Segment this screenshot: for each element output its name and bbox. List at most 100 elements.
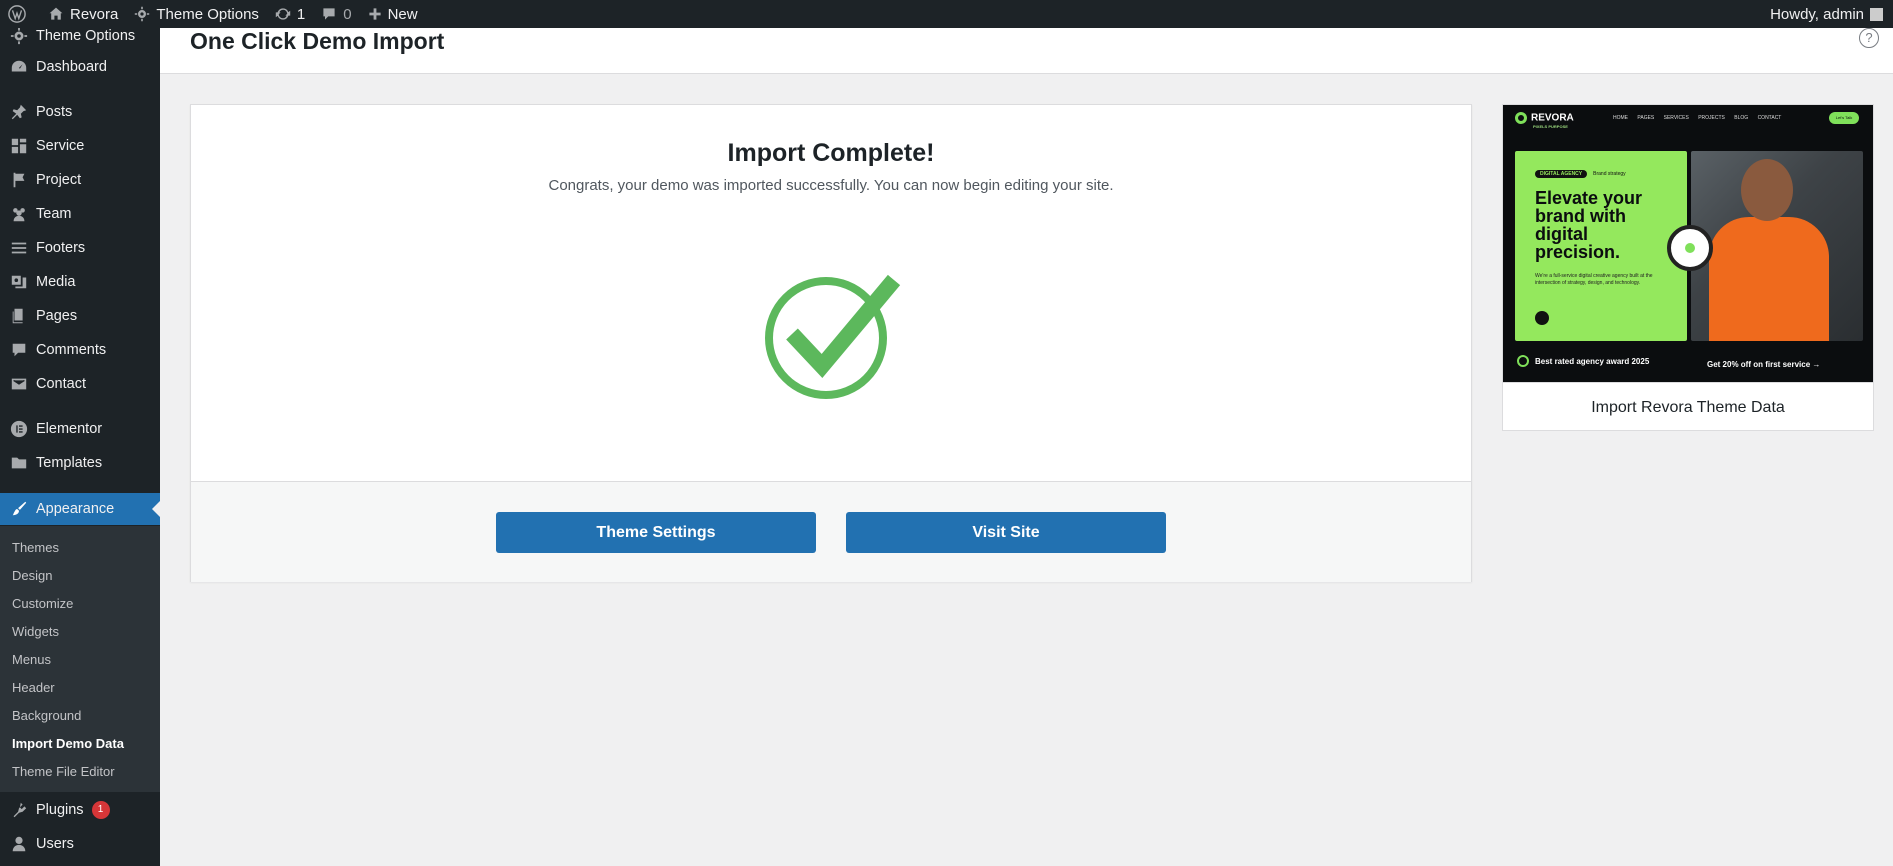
my-account[interactable]: Howdy, admin: [1770, 6, 1893, 23]
preview-hero-panel: DIGITAL AGENCY Brand strategy Elevate you…: [1515, 151, 1687, 341]
sidebar-item-label: Theme Options: [36, 28, 136, 44]
submenu-item-theme-file-editor[interactable]: Theme File Editor: [12, 764, 115, 779]
sidebar-item-project[interactable]: Project: [0, 164, 160, 196]
submenu-item-menus[interactable]: Menus: [12, 652, 51, 667]
sidebar-item-media[interactable]: Media: [0, 266, 160, 298]
sidebar-item-users[interactable]: Users: [0, 828, 160, 860]
new-label: New: [387, 5, 418, 23]
comment-icon: [323, 8, 335, 20]
preview-play-icon: [1535, 311, 1549, 325]
preview-logo-text: REVORA: [1531, 112, 1574, 124]
card-footer: Theme Settings Visit Site: [191, 481, 1471, 582]
gear-icon: [10, 27, 28, 45]
preview-logo: REVORA PIXELS PURPOSE: [1515, 112, 1574, 129]
help-icon[interactable]: ?: [1859, 28, 1879, 48]
new-content-link[interactable]: New: [360, 0, 426, 28]
elementor-icon: [10, 420, 28, 438]
preview-tag-pill: DIGITAL AGENCY: [1535, 170, 1588, 178]
sidebar-item-footers[interactable]: Footers: [0, 232, 160, 264]
pin-icon: [11, 104, 27, 120]
page-header: One Click Demo Import ?: [160, 28, 1893, 74]
folder-icon: [11, 457, 27, 469]
submenu-item-header[interactable]: Header: [12, 680, 55, 695]
sidebar-item-label: Plugins: [36, 802, 84, 818]
sidebar-item-service[interactable]: Service: [0, 130, 160, 162]
avatar: [1870, 7, 1883, 21]
paintbrush-icon: [12, 501, 27, 516]
comments-link[interactable]: 0: [313, 0, 359, 28]
sidebar-item-team[interactable]: Team: [0, 198, 160, 230]
page-title: One Click Demo Import: [190, 28, 445, 54]
site-name-link[interactable]: Revora: [40, 0, 126, 28]
sidebar-item-comments[interactable]: Comments: [0, 334, 160, 366]
preview-paragraph: We're a full-service digital creative ag…: [1535, 273, 1653, 286]
comments-count: 0: [343, 5, 352, 23]
list-icon: [11, 242, 27, 254]
sidebar-item-elementor[interactable]: Elementor: [0, 413, 160, 445]
theme-options-link[interactable]: Theme Options: [126, 0, 267, 28]
media-icon: [11, 275, 27, 289]
preview-tag-text: Brand strategy: [1593, 171, 1626, 177]
award-icon: [1517, 355, 1529, 367]
sidebar-item-label: Pages: [36, 308, 78, 324]
success-check-icon: [765, 274, 901, 399]
preview-cta: Let's Talk: [1829, 112, 1859, 124]
sidebar-item-label: Project: [36, 172, 82, 188]
preview-menu: HOME PAGES SERVICES PROJECTS BLOG CONTAC…: [1613, 115, 1782, 121]
updates-link[interactable]: 1: [267, 0, 313, 28]
sidebar-item-label: Team: [36, 206, 72, 222]
admin-sidebar: Theme Options Dashboard Posts Service Pr…: [0, 27, 160, 866]
sidebar-item-label: Footers: [36, 240, 86, 256]
sidebar-item-templates[interactable]: Templates: [0, 447, 160, 479]
sidebar-item-pages[interactable]: Pages: [0, 300, 160, 332]
import-complete-title: Import Complete!: [727, 139, 935, 167]
plus-icon: [368, 8, 381, 20]
sidebar-item-label: Media: [36, 274, 76, 290]
sidebar-item-label: Posts: [36, 104, 73, 120]
theme-options-label: Theme Options: [156, 5, 259, 23]
preview-rotating-badge: [1667, 225, 1713, 271]
revora-logo-icon: [1515, 112, 1527, 124]
submenu-item-customize[interactable]: Customize: [12, 596, 73, 611]
updates-count: 1: [296, 5, 306, 23]
wordpress-icon: [8, 5, 26, 23]
wordpress-logo[interactable]: [0, 0, 40, 28]
sidebar-item-label: Contact: [36, 376, 86, 392]
import-theme-data-label[interactable]: Import Revora Theme Data: [1503, 382, 1873, 432]
sidebar-item-label: Dashboard: [36, 59, 107, 75]
import-complete-message: Congrats, your demo was imported success…: [548, 177, 1114, 194]
preview-offer-text: Get 20% off on first service →: [1707, 360, 1821, 369]
demo-preview-screenshot[interactable]: REVORA PIXELS PURPOSE HOME PAGES SERVICE…: [1503, 105, 1873, 382]
sidebar-item-label: Elementor: [36, 421, 103, 437]
submenu-item-background[interactable]: Background: [12, 708, 81, 723]
person-head-shape: [1741, 159, 1793, 221]
import-complete-card: Import Complete! Congrats, your demo was…: [190, 104, 1472, 582]
mail-icon: [11, 378, 27, 390]
theme-settings-button[interactable]: Theme Settings: [496, 512, 816, 553]
howdy-text: Howdy, admin: [1770, 5, 1864, 23]
sidebar-item-dashboard[interactable]: Dashboard: [0, 51, 160, 83]
sidebar-item-plugins[interactable]: Plugins 1: [0, 794, 160, 826]
submenu-item-themes[interactable]: Themes: [12, 540, 59, 555]
visit-site-button[interactable]: Visit Site: [846, 512, 1166, 553]
submenu-item-widgets[interactable]: Widgets: [12, 624, 59, 639]
preview-nav: REVORA PIXELS PURPOSE HOME PAGES SERVICE…: [1503, 105, 1873, 131]
sidebar-item-contact[interactable]: Contact: [0, 368, 160, 400]
person-body-shape: [1709, 217, 1829, 341]
plugins-update-badge: 1: [91, 801, 110, 819]
site-name: Revora: [70, 5, 119, 23]
sidebar-item-label: Templates: [36, 455, 103, 471]
submenu-item-import-demo-data[interactable]: Import Demo Data: [12, 736, 124, 751]
submenu-item-design[interactable]: Design: [12, 568, 52, 583]
appearance-submenu: Themes Design Customize Widgets Menus He…: [0, 526, 160, 792]
admin-bar: Revora Theme Options 1 0 New Howdy, admi…: [0, 0, 1893, 28]
preview-hero-photo: [1691, 151, 1863, 341]
sidebar-item-label: Service: [36, 138, 85, 154]
sidebar-item-posts[interactable]: Posts: [0, 96, 160, 128]
grid-icon: [11, 138, 27, 154]
demo-preview-card[interactable]: REVORA PIXELS PURPOSE HOME PAGES SERVICE…: [1502, 104, 1874, 431]
plugin-icon: [13, 802, 27, 818]
sidebar-item-label: Comments: [36, 342, 107, 358]
user-icon: [12, 836, 26, 852]
sidebar-item-appearance[interactable]: Appearance: [0, 493, 160, 525]
